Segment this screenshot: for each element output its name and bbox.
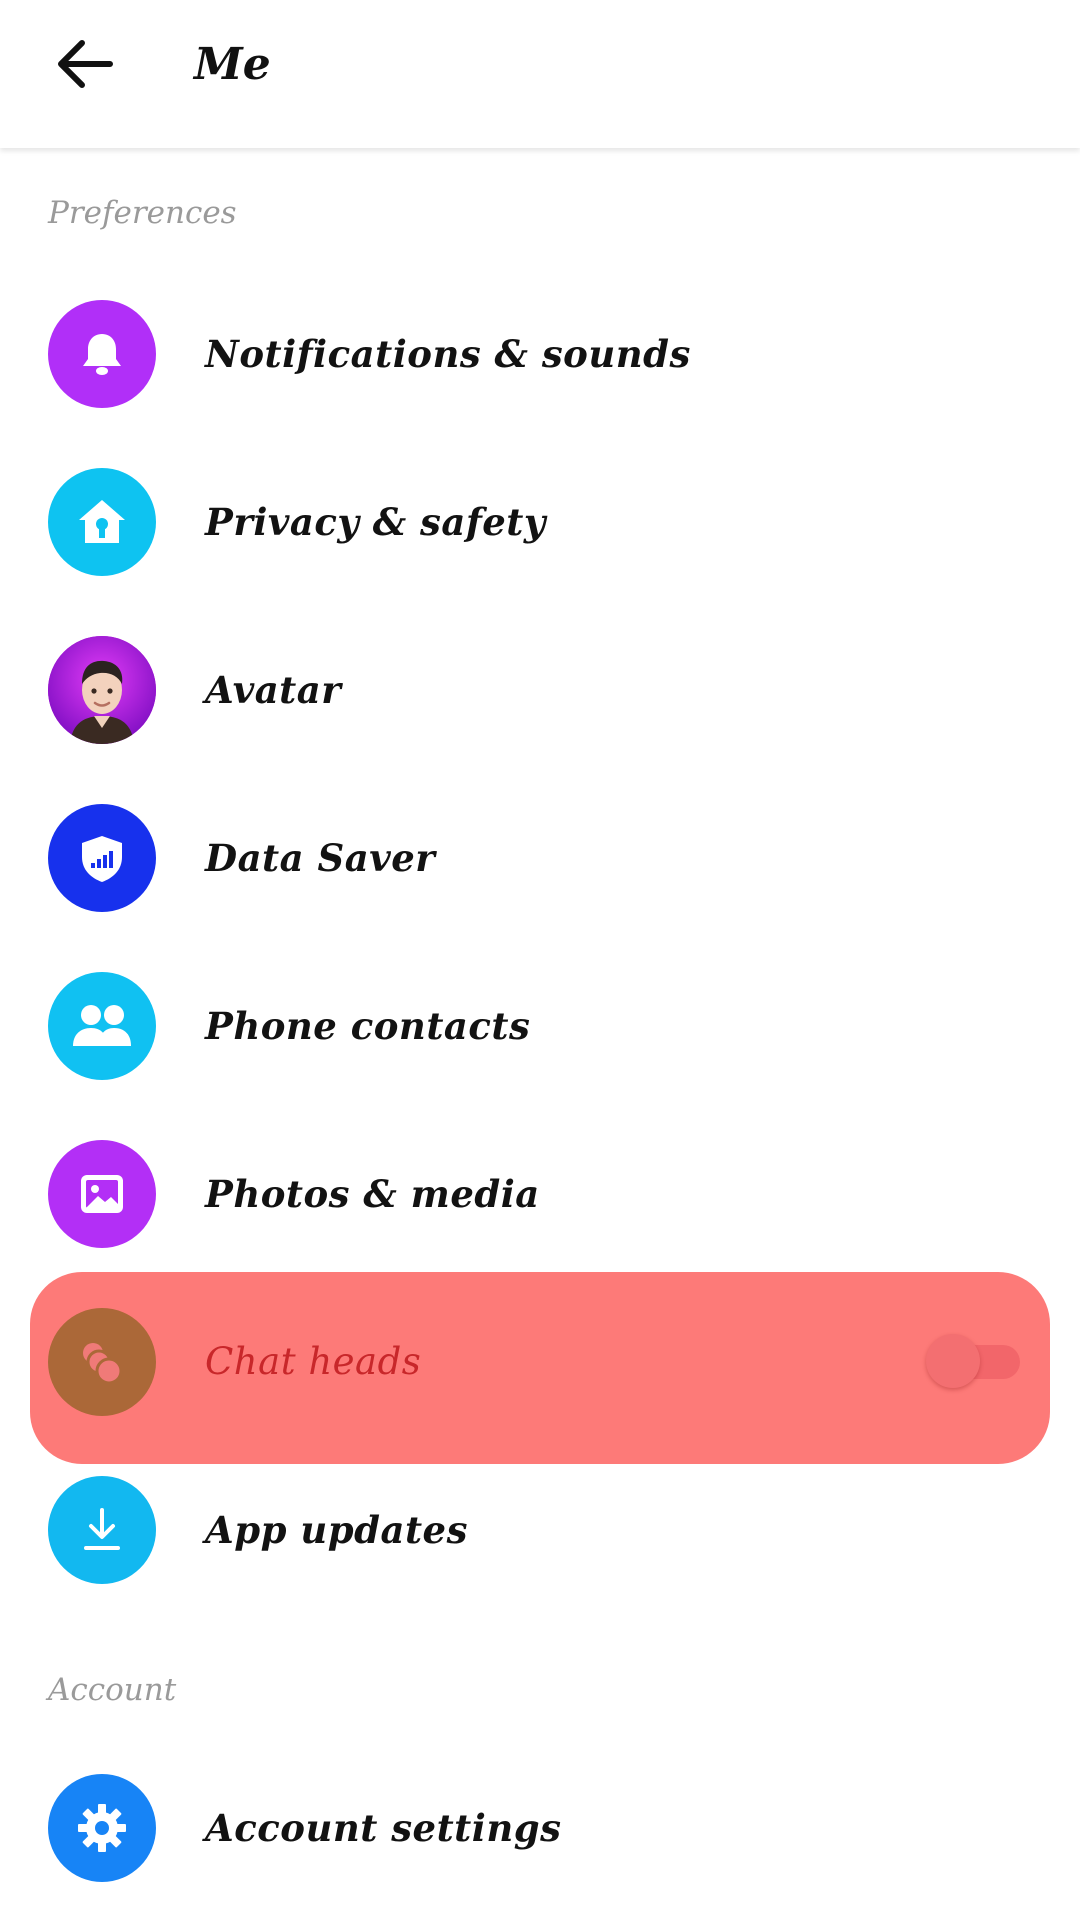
bell-icon [48, 300, 156, 408]
menu-item-chat-heads[interactable]: Chat heads [0, 1278, 1080, 1446]
menu-item-phone-contacts[interactable]: Phone contacts [0, 942, 1080, 1110]
menu-item-app-updates[interactable]: App updates [0, 1446, 1080, 1614]
back-button[interactable] [48, 28, 120, 100]
chat-heads-icon [48, 1308, 156, 1416]
menu-item-label: Photos & media [205, 1172, 540, 1216]
home-lock-icon [48, 468, 156, 576]
menu-item-account-settings[interactable]: Account settings [0, 1744, 1080, 1912]
menu-item-notifications[interactable]: Notifications & sounds [0, 270, 1080, 438]
menu-item-photos-media[interactable]: Photos & media [0, 1110, 1080, 1278]
menu-item-privacy[interactable]: Privacy & safety [0, 438, 1080, 606]
arrow-left-icon [58, 40, 113, 88]
gear-icon [48, 1774, 156, 1882]
menu-item-label: Privacy & safety [205, 500, 546, 544]
top-bar: Me [0, 0, 1080, 148]
image-icon [48, 1140, 156, 1248]
menu-item-label: Phone contacts [205, 1004, 531, 1048]
menu-item-label: Chat heads [205, 1340, 422, 1383]
section-label-account: Account [48, 1672, 177, 1708]
menu-item-label: Notifications & sounds [205, 332, 691, 376]
toggle-knob [926, 1334, 980, 1388]
avatar-icon [48, 636, 156, 744]
page-title: Me [194, 39, 271, 90]
chat-heads-toggle[interactable] [926, 1334, 1022, 1388]
shield-signal-icon [48, 804, 156, 912]
menu-item-label: Avatar [205, 668, 342, 712]
people-icon [48, 972, 156, 1080]
menu-item-label: Data Saver [205, 836, 436, 880]
menu-item-avatar[interactable]: Avatar [0, 606, 1080, 774]
menu-item-label: App updates [205, 1508, 468, 1552]
menu-item-data-saver[interactable]: Data Saver [0, 774, 1080, 942]
menu-item-label: Account settings [205, 1806, 562, 1850]
download-icon [48, 1476, 156, 1584]
section-label-preferences: Preferences [48, 195, 237, 231]
